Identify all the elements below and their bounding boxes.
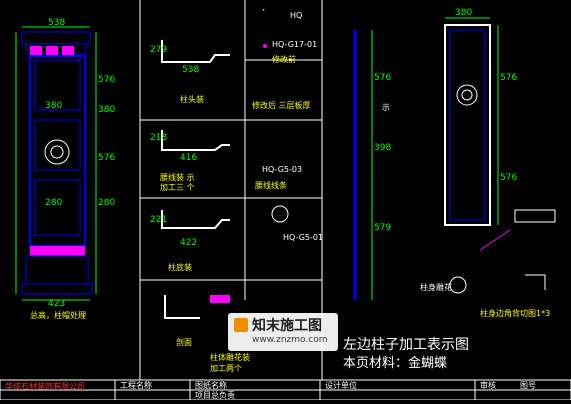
svg-text:ᐩ: ᐩ bbox=[262, 7, 265, 16]
dim-r2: 380 bbox=[98, 105, 115, 115]
foot-detail: 221 422 柱底装 HQ-G5-01 bbox=[150, 205, 323, 272]
svg-text:279: 279 bbox=[150, 45, 167, 55]
svg-text:腰线线条: 腰线线条 bbox=[255, 180, 287, 190]
brand-logo-icon bbox=[234, 318, 248, 332]
title-block: 华成石材装饰有限公司 工程名称 图纸名称 项目总负责 设计单位 审核 图号 bbox=[0, 379, 571, 401]
svg-text:576: 576 bbox=[500, 173, 517, 183]
svg-text:柱头装: 柱头装 bbox=[180, 94, 204, 104]
left-column-elevation bbox=[21, 31, 93, 295]
svg-text:398: 398 bbox=[374, 143, 391, 153]
dim-bottom: 423 bbox=[48, 299, 65, 309]
svg-text:审核: 审核 bbox=[480, 380, 496, 390]
svg-text:华成石材装饰有限公司: 华成石材装饰有限公司 bbox=[5, 381, 85, 391]
svg-text:剖面: 剖面 bbox=[176, 337, 192, 347]
svg-text:设计单位: 设计单位 bbox=[325, 380, 357, 390]
svg-text:576: 576 bbox=[500, 73, 517, 83]
watermark-name: 知末施工图 bbox=[252, 318, 322, 334]
svg-text:图号: 图号 bbox=[520, 381, 536, 390]
svg-text:腰线装 示: 腰线装 示 bbox=[160, 172, 195, 182]
svg-text:加工三 个: 加工三 个 bbox=[160, 182, 195, 192]
svg-text:工程名称: 工程名称 bbox=[120, 380, 152, 390]
cap-detail: 279 538 柱头装 bbox=[150, 40, 230, 104]
cad-drawing-canvas[interactable]: 538 576 380 576 280 380 280 423 总高，柱帽处理 … bbox=[0, 0, 571, 401]
svg-text:柱底装: 柱底装 bbox=[168, 262, 192, 272]
code-panel-a: ᐩ HQ HQ-G17-01 修改前 修改后 三层板厚 bbox=[252, 7, 317, 110]
dim-c2: 280 bbox=[45, 198, 62, 208]
svg-text:380: 380 bbox=[455, 8, 472, 18]
right-column-elevation: 380 576 576 柱身雕花 柱身边角背切图1*3 bbox=[420, 8, 556, 318]
svg-text:柱身雕花: 柱身雕花 bbox=[420, 282, 452, 292]
mid-column: 576 398 579 示 bbox=[353, 30, 391, 300]
svg-text:柱体雕花装: 柱体雕花装 bbox=[210, 352, 250, 362]
svg-text:HQ-G5-03: HQ-G5-03 bbox=[262, 165, 302, 174]
svg-text:HQ-G5-01: HQ-G5-01 bbox=[283, 233, 323, 242]
watermark: 知末施工图 www.znzmo.com bbox=[228, 313, 338, 351]
svg-text:柱身边角背切图1*3: 柱身边角背切图1*3 bbox=[480, 308, 550, 318]
svg-text:示: 示 bbox=[382, 103, 390, 112]
svg-text:416: 416 bbox=[180, 153, 197, 163]
svg-text:加工两个: 加工两个 bbox=[210, 363, 242, 373]
svg-text:218: 218 bbox=[150, 133, 167, 143]
watermark-url: www.znzmo.com bbox=[252, 335, 328, 345]
svg-text:422: 422 bbox=[180, 238, 197, 248]
svg-text:576: 576 bbox=[374, 73, 391, 83]
svg-text:579: 579 bbox=[374, 223, 391, 233]
drawing-title: 左边柱子加工表示图 bbox=[343, 337, 469, 353]
svg-text:修改后 三层板厚: 修改后 三层板厚 bbox=[252, 100, 311, 110]
svg-text:HQ-G17-01: HQ-G17-01 bbox=[272, 40, 317, 49]
svg-text:图纸名称: 图纸名称 bbox=[195, 380, 227, 390]
dim-top: 538 bbox=[48, 18, 65, 28]
svg-text:HQ: HQ bbox=[290, 11, 302, 20]
dim-r1: 576 bbox=[98, 75, 115, 85]
drawing-material: 本页材料：金蝴蝶 bbox=[343, 356, 448, 371]
svg-text:修改前: 修改前 bbox=[272, 54, 296, 64]
dim-r3: 576 bbox=[98, 153, 115, 163]
left-note: 总高，柱帽处理 bbox=[30, 310, 86, 320]
base-line-detail: 218 416 腰线装 示 加工三 个 HQ-G5-03 腰线线条 bbox=[150, 130, 302, 192]
dim-c1: 380 bbox=[45, 101, 62, 111]
dim-r4: 280 bbox=[98, 198, 115, 208]
svg-text:221: 221 bbox=[150, 215, 167, 225]
svg-text:项目总负责: 项目总负责 bbox=[195, 390, 235, 400]
svg-text:538: 538 bbox=[182, 65, 199, 75]
